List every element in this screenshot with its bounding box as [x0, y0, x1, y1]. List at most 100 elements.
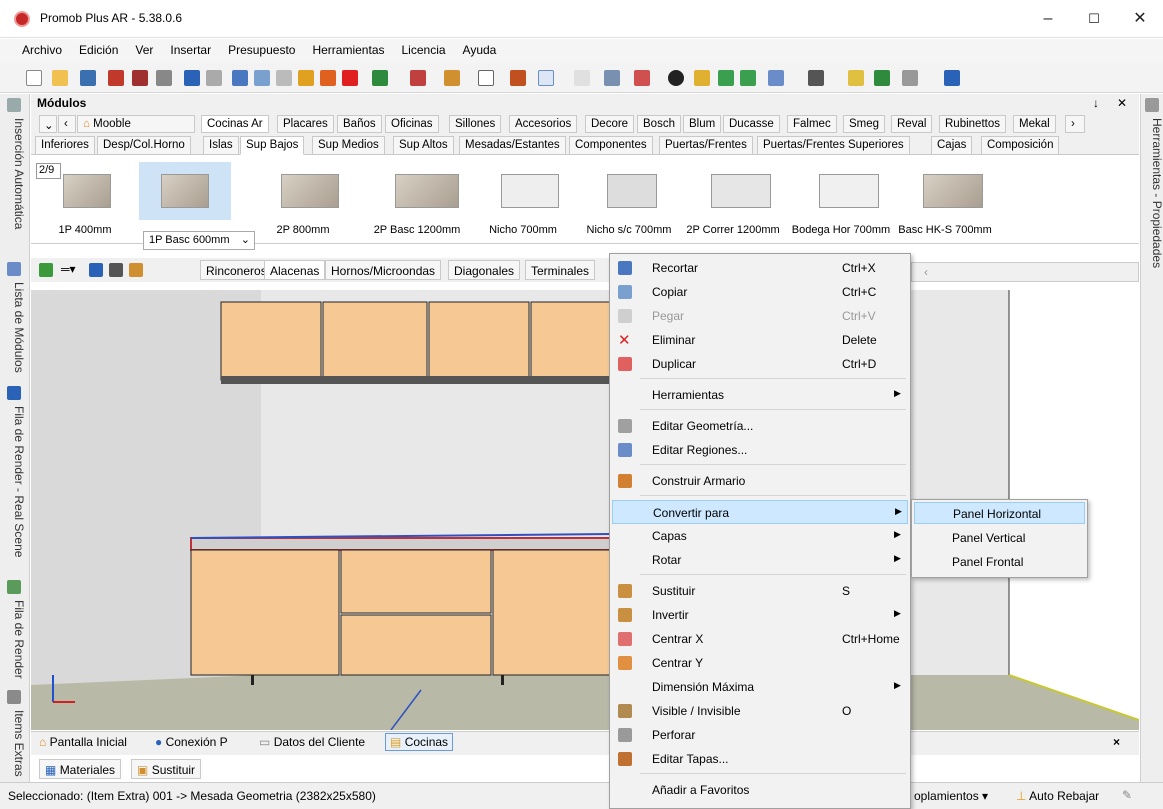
brand-tab[interactable]: Blum: [683, 115, 722, 133]
menu-insertar[interactable]: Insertar: [161, 39, 219, 63]
tab-items-extras[interactable]: Items Extras: [4, 688, 26, 777]
tools-icon[interactable]: [634, 70, 650, 86]
close-panel-icon[interactable]: ✕: [1117, 96, 1127, 110]
doc-datos-cliente[interactable]: ▭ Datos del Cliente: [259, 735, 365, 749]
brand-tab[interactable]: Mekal: [1013, 115, 1056, 133]
menu-item-rotar[interactable]: Rotar ▶: [612, 548, 908, 572]
module-item[interactable]: Bodega Hor 700mm: [791, 162, 891, 242]
rectangle-icon[interactable]: [478, 70, 494, 86]
menu-item-editar-tapas[interactable]: Editar Tapas...: [612, 747, 908, 771]
menu-item-editar-regiones[interactable]: Editar Regiones...: [612, 438, 908, 462]
category-tab[interactable]: Puertas/Frentes: [659, 136, 753, 155]
scroll-left-icon[interactable]: ‹: [924, 265, 928, 279]
category-tab[interactable]: Composición: [981, 136, 1060, 155]
brand-tab[interactable]: Cocinas Ar: [201, 115, 269, 133]
category-tab[interactable]: Inferiores: [35, 136, 95, 155]
wand-icon[interactable]: [298, 70, 314, 86]
menu-item-invertir[interactable]: Invertir ▶: [612, 603, 908, 627]
line-style-icon[interactable]: ═▾: [61, 262, 76, 276]
module-item[interactable]: Basc HK-S 700mm: [895, 162, 995, 242]
camera-icon[interactable]: [694, 70, 710, 86]
category-tab[interactable]: Componentes: [569, 136, 653, 155]
find-icon[interactable]: [109, 263, 123, 277]
copy-icon[interactable]: [254, 70, 270, 86]
select-pointer-icon[interactable]: [538, 70, 554, 86]
cut-icon[interactable]: [232, 70, 248, 86]
view-box-icon[interactable]: [768, 70, 784, 86]
module-item[interactable]: 2P Correr 1200mm: [683, 162, 783, 242]
render-settings-icon[interactable]: [902, 70, 918, 86]
brand-tab[interactable]: Sillones: [449, 115, 502, 133]
menu-herramientas[interactable]: Herramientas: [303, 39, 392, 63]
minimize-button[interactable]: –: [1025, 0, 1071, 38]
dropdown-chevron-icon[interactable]: ⌄: [39, 115, 57, 133]
menu-item-visible-invisible[interactable]: Visible / Invisible O: [612, 699, 908, 723]
replace-icon[interactable]: [129, 263, 143, 277]
maximize-button[interactable]: ☐: [1071, 0, 1117, 38]
menu-edicion[interactable]: Edición: [70, 39, 126, 63]
category-tab[interactable]: Islas: [203, 136, 239, 155]
brand-tab[interactable]: Decore: [585, 115, 635, 133]
tab-fila-de-render[interactable]: Fila de Render: [4, 578, 26, 679]
module-item-selected[interactable]: [139, 162, 231, 220]
brand-tab[interactable]: Oficinas: [385, 115, 439, 133]
brand-tab[interactable]: Rubinettos: [939, 115, 1006, 133]
menu-item-copiar[interactable]: Copiar Ctrl+C: [612, 280, 908, 304]
menu-item-editar-geometria[interactable]: Editar Geometría...: [612, 414, 908, 438]
menu-item-duplicar[interactable]: Duplicar Ctrl+D: [612, 352, 908, 376]
menu-item-convertir-para[interactable]: Convertir para ▶: [612, 500, 908, 524]
menu-item-recortar[interactable]: Recortar Ctrl+X: [612, 256, 908, 280]
print-icon[interactable]: [156, 70, 172, 86]
tab-sustituir[interactable]: ▣ Sustituir: [131, 759, 202, 779]
tab-terminales[interactable]: Terminales: [525, 260, 596, 280]
redo-icon[interactable]: [206, 70, 222, 86]
module-item[interactable]: Nicho 700mm: [473, 162, 573, 242]
category-tab[interactable]: Sup Medios: [312, 136, 385, 155]
color-bars-icon[interactable]: [944, 70, 960, 86]
submenu-panel-horizontal[interactable]: Panel Horizontal: [914, 502, 1085, 524]
horizontal-scrollbar[interactable]: ‹: [911, 262, 1139, 282]
menu-archivo[interactable]: Archivo: [0, 39, 70, 63]
doc-cocinas[interactable]: ▤ Cocinas: [385, 733, 454, 751]
category-tab[interactable]: Puertas/Frentes Superiores: [757, 136, 910, 155]
material-icon[interactable]: [410, 70, 426, 86]
tab-insercion-automatica[interactable]: Inserción Automática: [4, 96, 26, 229]
tab-herramientas-propiedades[interactable]: Herramientas - Propiedades: [1142, 96, 1163, 268]
save-icon[interactable]: [80, 70, 96, 86]
category-tab[interactable]: Desp/Col.Horno: [97, 136, 191, 155]
category-tab[interactable]: Mesadas/Estantes: [459, 136, 566, 155]
module-variant-select[interactable]: 1P Basc 600mm ⌄: [143, 231, 255, 250]
paste-icon[interactable]: [276, 70, 292, 86]
cube-icon[interactable]: [808, 70, 824, 86]
brand-tab[interactable]: Falmec: [787, 115, 837, 133]
auto-rebajar-toggle[interactable]: ⊥ Auto Rebajar: [1016, 789, 1099, 803]
tab-diagonales[interactable]: Diagonales: [448, 260, 521, 280]
close-button[interactable]: ✕: [1117, 0, 1163, 38]
module-item[interactable]: 2P Basc 1200mm: [367, 162, 467, 242]
brand-tab[interactable]: Accesorios: [509, 115, 578, 133]
menu-item-sustituir[interactable]: Sustituir S: [612, 579, 908, 603]
doc-pantalla-inicial[interactable]: ⌂ Pantalla Inicial: [39, 735, 127, 749]
menu-item-perforar[interactable]: Perforar: [612, 723, 908, 747]
paint-icon[interactable]: [320, 70, 336, 86]
next-chevron-icon[interactable]: ›: [1065, 115, 1085, 133]
wrench-icon[interactable]: ✎: [1122, 788, 1132, 802]
menu-ayuda[interactable]: Ayuda: [454, 39, 505, 63]
brand-tab[interactable]: Placares: [277, 115, 334, 133]
menu-item-construir-armario[interactable]: Construir Armario: [612, 469, 908, 493]
menu-item-centrar-x[interactable]: Centrar X Ctrl+Home: [612, 627, 908, 651]
tab-hornos-microondas[interactable]: Hornos/Microondas: [325, 260, 442, 280]
door-icon[interactable]: [510, 70, 526, 86]
module-item[interactable]: Nicho s/c 700mm: [579, 162, 679, 242]
tab-materiales[interactable]: ▦ Materiales: [39, 759, 122, 779]
menu-presupuesto[interactable]: Presupuesto: [219, 39, 303, 63]
open-folder-icon[interactable]: [52, 70, 68, 86]
acoplamientos-dropdown[interactable]: oplamientos ▾: [914, 789, 988, 803]
menu-item-herramientas[interactable]: Herramientas ▶: [612, 383, 908, 407]
view-eye-icon[interactable]: [668, 70, 684, 86]
category-tab[interactable]: Sup Altos: [393, 136, 454, 155]
module-item[interactable]: 1P 400mm: [35, 162, 135, 242]
measure-icon[interactable]: [574, 70, 590, 86]
category-tab-active[interactable]: Sup Bajos: [240, 136, 305, 155]
category-tab[interactable]: Cajas: [931, 136, 973, 155]
